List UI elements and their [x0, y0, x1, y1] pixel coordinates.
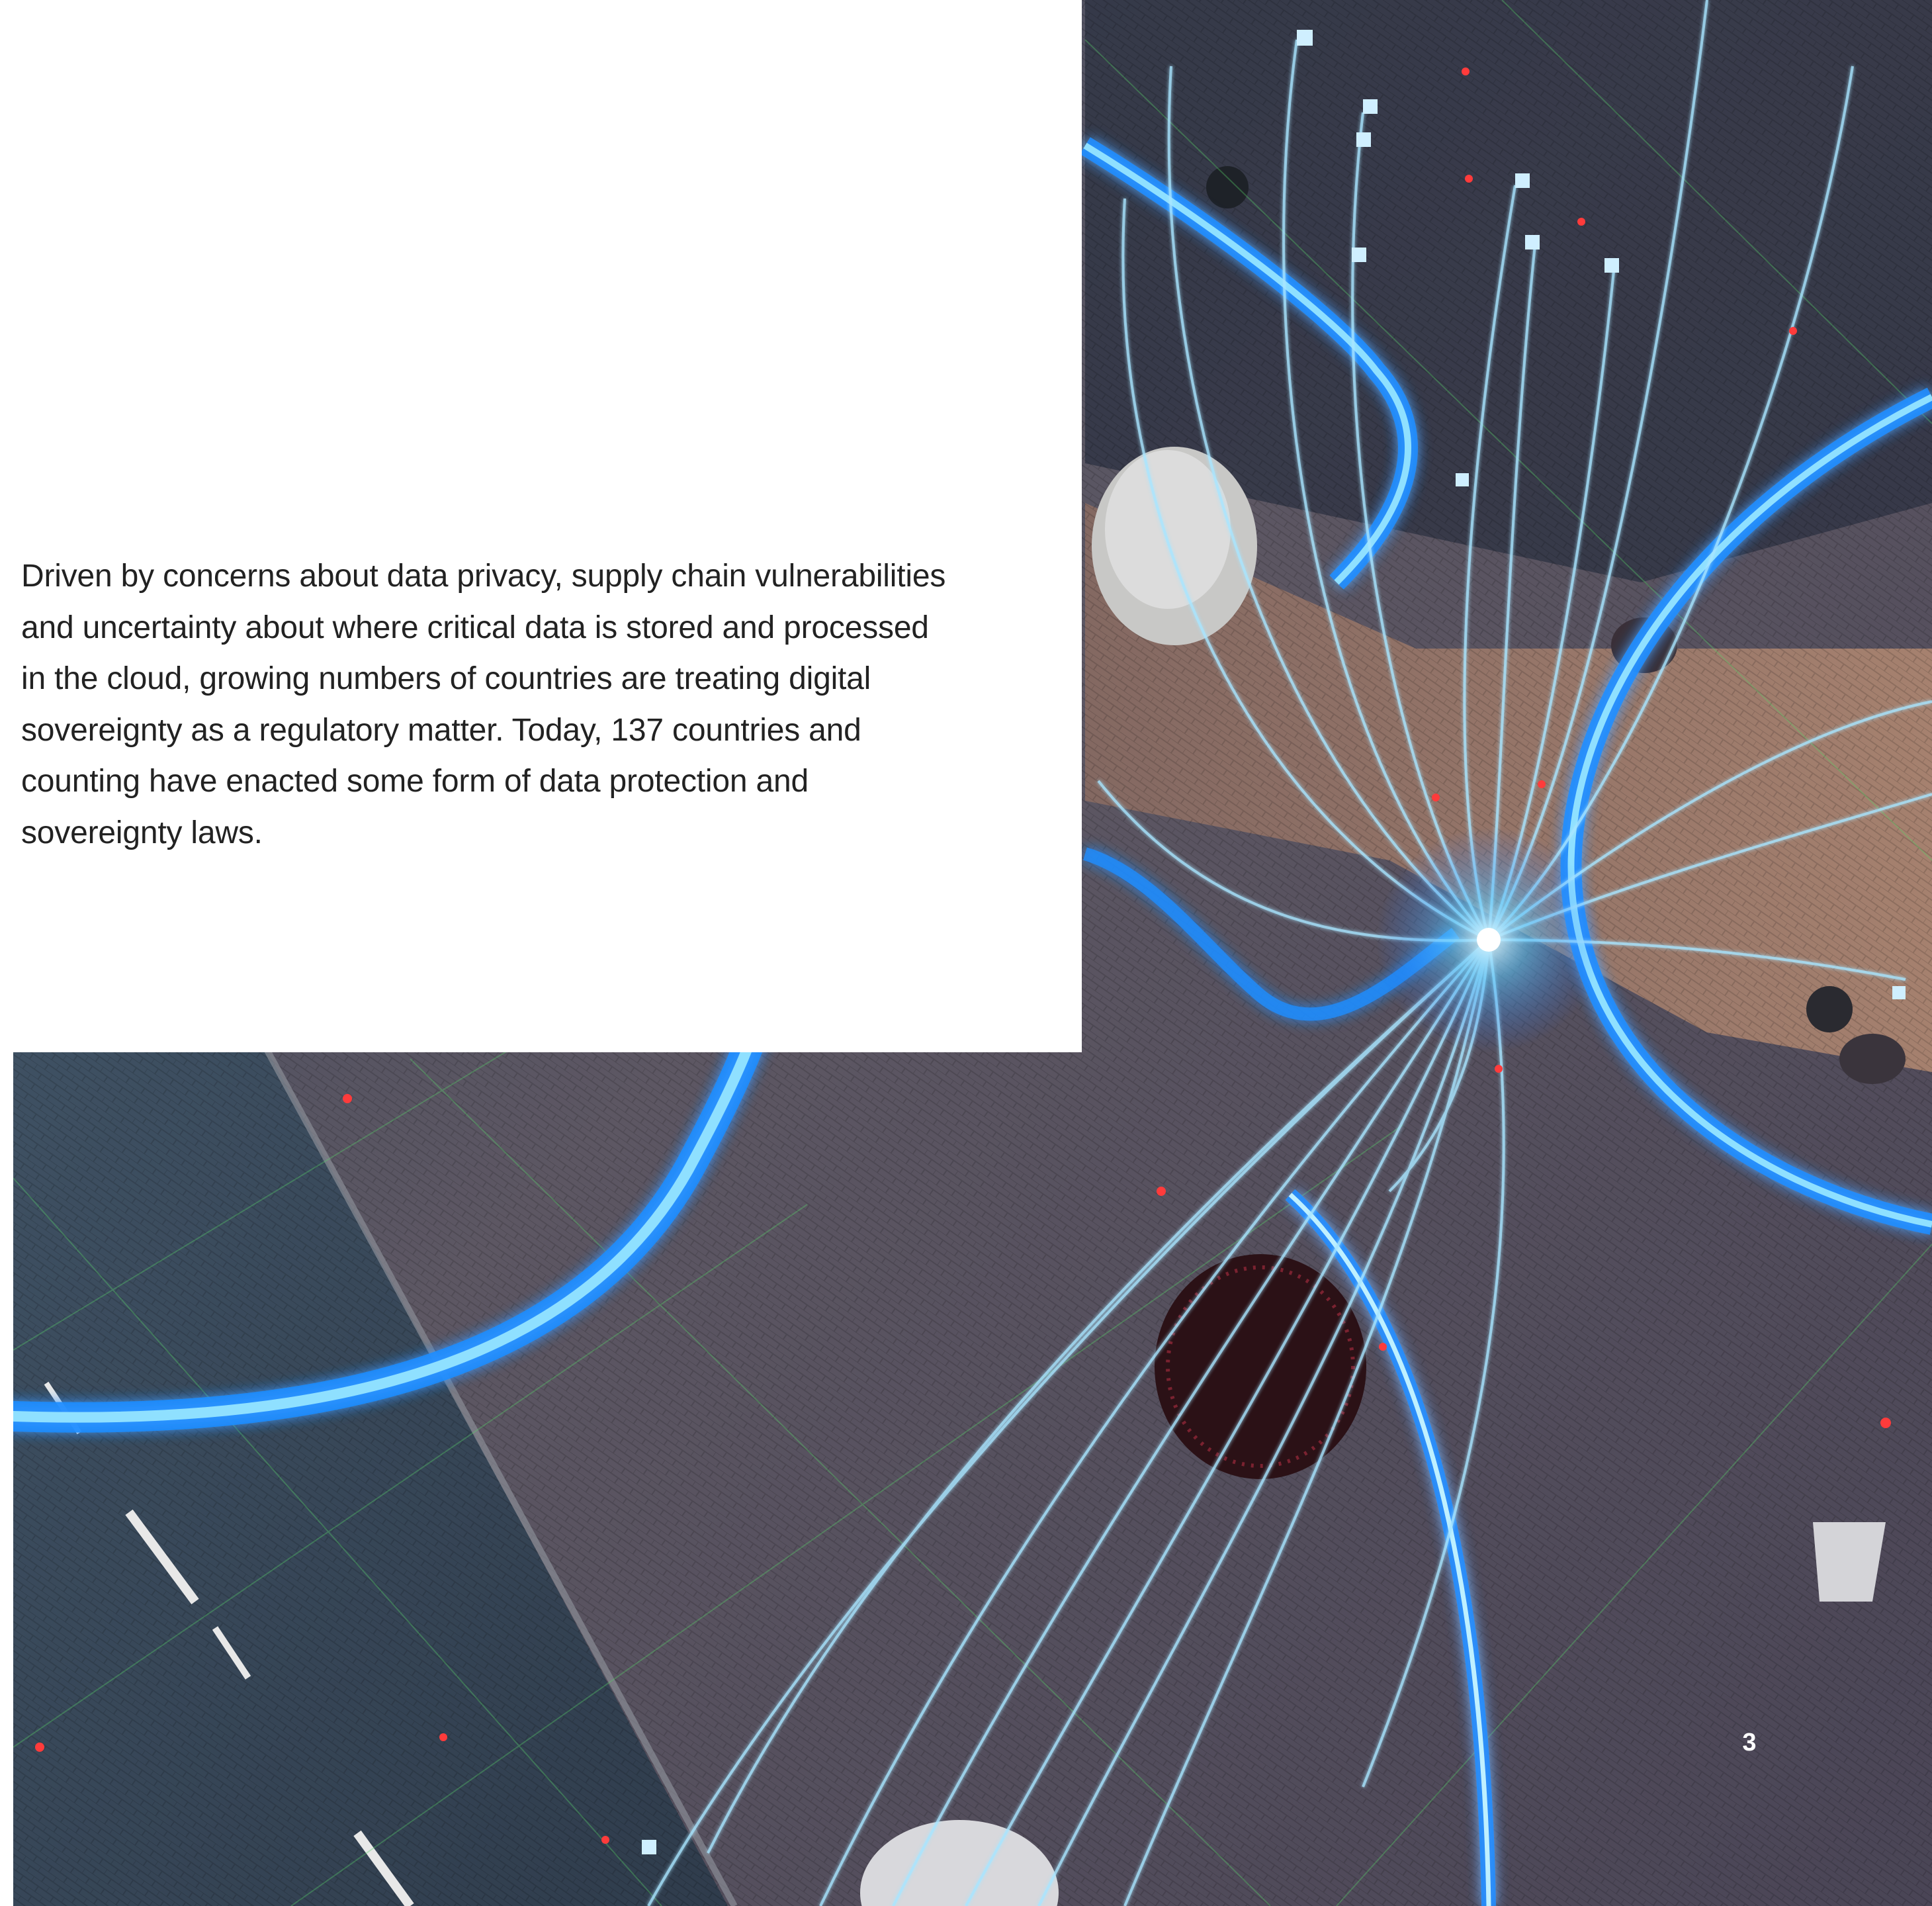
round-planter-top: [1105, 450, 1231, 609]
drain-cover: [1839, 1034, 1906, 1084]
body-paragraph: Driven by concerns about data privacy, s…: [21, 559, 946, 850]
drain-cover: [1806, 986, 1853, 1032]
page-number: 3: [1742, 1729, 1757, 1756]
tree-grate: [1155, 1254, 1366, 1479]
page: Driven by concerns about data privacy, s…: [0, 0, 1932, 1906]
drain-cover: [1206, 166, 1249, 208]
text-panel: Driven by concerns about data privacy, s…: [0, 0, 1082, 1052]
data-hub-core: [1477, 928, 1501, 952]
